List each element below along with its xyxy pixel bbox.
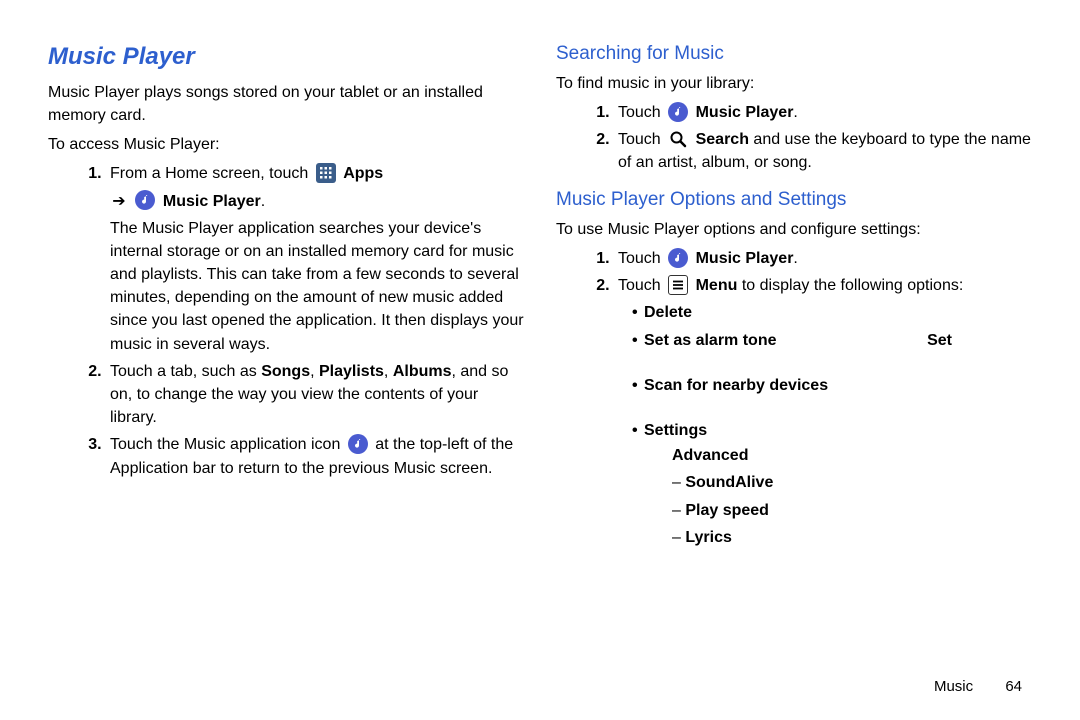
advanced-sublist: SoundAlive Play speed Lyrics [672, 471, 1032, 549]
search-step-2: Touch Search and use the keyboard to typ… [614, 128, 1032, 174]
step-3: Touch the Music application icon at the … [106, 433, 524, 479]
menu-options-list: Delete Set as alarm tone Set Scan for ne… [618, 301, 1032, 549]
music-player-icon [668, 248, 688, 268]
advanced-label: Advanced [672, 444, 1032, 467]
search-icon [668, 129, 688, 149]
opt-delete: Delete [632, 301, 1032, 324]
options-steps: Touch Music Player. Touch Menu to displa… [556, 247, 1032, 549]
search-s1-a: Touch [618, 104, 665, 121]
step-1-description: The Music Player application searches yo… [110, 217, 524, 356]
options-intro: To use Music Player options and configur… [556, 218, 1032, 241]
opt-set-right: Set [927, 329, 952, 352]
searching-heading: Searching for Music [556, 40, 1032, 68]
opt-scan: Scan for nearby devices [632, 374, 1032, 397]
albums-label: Albums [393, 363, 452, 380]
footer-section: Music [934, 678, 973, 695]
menu-icon [668, 275, 688, 295]
arrow-glyph: ➔ [110, 190, 128, 213]
music-player-icon [135, 190, 155, 210]
opt-step-2: Touch Menu to display the following opti… [614, 274, 1032, 549]
step-1: From a Home screen, touch Apps ➔ Music P… [106, 162, 524, 356]
step-2-text-a: Touch a tab, such as [110, 363, 261, 380]
sep1: , [310, 363, 319, 380]
period: . [793, 104, 797, 121]
music-player-icon [668, 102, 688, 122]
music-player-label: Music Player [696, 250, 794, 267]
period: . [261, 193, 265, 210]
arrow-subitem: ➔ Music Player. [132, 190, 524, 213]
content-columns: Music Player Music Player plays songs st… [48, 40, 1032, 678]
adv-soundalive: SoundAlive [672, 471, 1032, 494]
music-player-label: Music Player [696, 104, 794, 121]
adv-playspeed: Play speed [672, 499, 1032, 522]
playlists-label: Playlists [319, 363, 384, 380]
period: . [793, 250, 797, 267]
adv-lyrics: Lyrics [672, 526, 1032, 549]
apps-label: Apps [343, 165, 383, 182]
options-heading: Music Player Options and Settings [556, 186, 1032, 214]
footer-page-number: 64 [1005, 678, 1022, 695]
sep2: , [384, 363, 393, 380]
step-3-text-a: Touch the Music application icon [110, 436, 345, 453]
searching-intro: To find music in your library: [556, 72, 1032, 95]
opt-alarm: Set as alarm tone Set [632, 329, 1032, 352]
opt-s2-a: Touch [618, 277, 665, 294]
opt-alarm-label: Set as alarm tone [644, 329, 777, 352]
page-title: Music Player [48, 40, 524, 75]
left-column: Music Player Music Player plays songs st… [48, 40, 524, 678]
search-s2-a: Touch [618, 131, 665, 148]
step-2: Touch a tab, such as Songs, Playlists, A… [106, 360, 524, 430]
search-step-1: Touch Music Player. [614, 101, 1032, 124]
intro-paragraph: Music Player plays songs stored on your … [48, 81, 524, 127]
songs-label: Songs [261, 363, 310, 380]
opt-step-1: Touch Music Player. [614, 247, 1032, 270]
right-column: Searching for Music To find music in you… [556, 40, 1032, 678]
music-player-label: Music Player [163, 193, 261, 210]
opt-settings-label: Settings [644, 422, 707, 439]
opt-settings: Settings Advanced SoundAlive Play speed … [632, 419, 1032, 549]
searching-steps: Touch Music Player. Touch Search and use… [556, 101, 1032, 175]
menu-label: Menu [696, 277, 738, 294]
opt-s1-a: Touch [618, 250, 665, 267]
step-1-text-a: From a Home screen, touch [110, 165, 313, 182]
search-label: Search [696, 131, 749, 148]
music-app-icon [348, 434, 368, 454]
apps-icon [316, 163, 336, 183]
opt-s2-tail: to display the following options: [737, 277, 963, 294]
page-footer: Music 64 [48, 678, 1032, 695]
access-steps: From a Home screen, touch Apps ➔ Music P… [48, 162, 524, 479]
access-label: To access Music Player: [48, 133, 524, 156]
